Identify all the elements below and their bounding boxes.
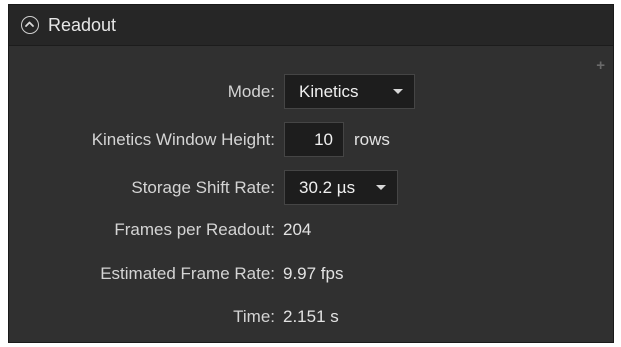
panel-body: + Mode: Kinetics Kinetics Window Height:… [9, 46, 613, 342]
readout-panel: Readout + Mode: Kinetics Kinetics Window… [8, 4, 614, 343]
time-value: 2.151 s [283, 307, 339, 326]
mode-dropdown[interactable]: Kinetics [284, 74, 415, 109]
frames-per-readout-value: 204 [283, 220, 312, 239]
chevron-down-icon [393, 89, 403, 94]
chevron-up-icon[interactable] [21, 16, 39, 34]
plus-icon[interactable]: + [596, 58, 605, 73]
frames-per-readout-label: Frames per Readout: [114, 220, 275, 239]
panel-title: Readout [48, 15, 117, 35]
panel-header[interactable]: Readout [9, 5, 613, 46]
kinetics-window-height-unit: rows [354, 130, 390, 149]
storage-shift-rate-dropdown[interactable]: 30.2 µs [284, 170, 398, 205]
time-label: Time: [233, 307, 275, 326]
mode-dropdown-value: Kinetics [299, 82, 359, 101]
kinetics-window-height-input[interactable]: 10 [284, 122, 344, 157]
mode-label: Mode: [227, 82, 275, 101]
chevron-down-icon [376, 185, 386, 190]
storage-shift-rate-value: 30.2 µs [299, 178, 356, 197]
estimated-frame-rate-label: Estimated Frame Rate: [100, 264, 275, 283]
estimated-frame-rate-value: 9.97 fps [283, 264, 344, 283]
kinetics-window-height-label: Kinetics Window Height: [91, 130, 275, 149]
storage-shift-rate-label: Storage Shift Rate: [131, 178, 275, 197]
